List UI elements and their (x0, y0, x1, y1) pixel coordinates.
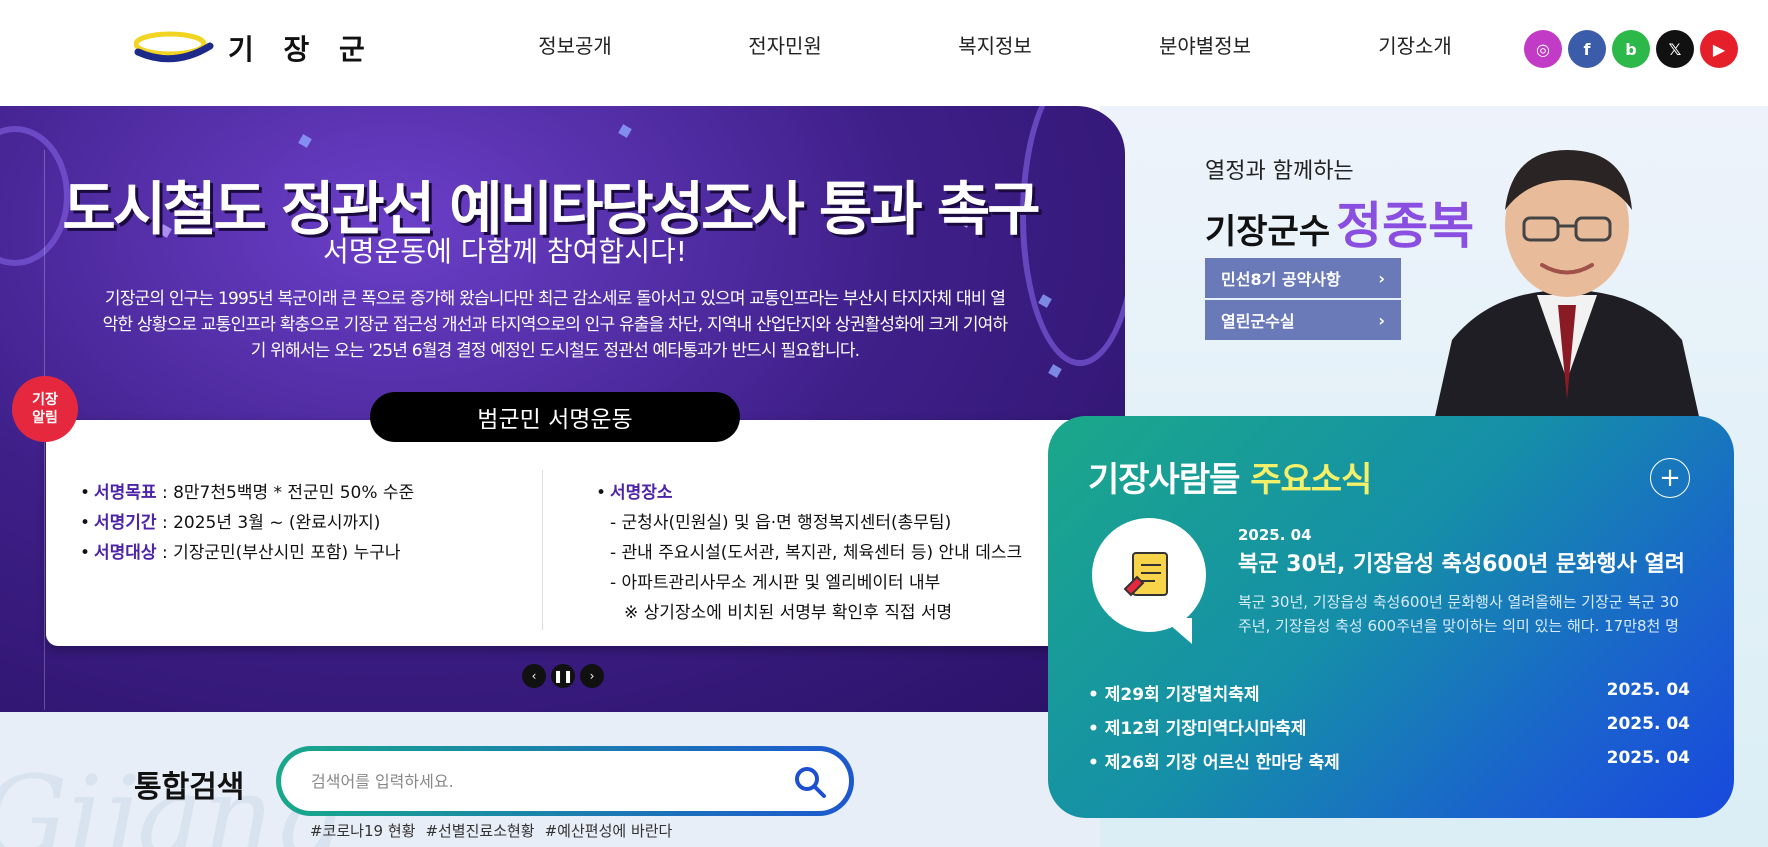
list-item: ※ 상기장소에 비치된 서명부 확인후 직접 서명 (624, 603, 953, 623)
main-nav: 정보공개 전자민원 복지정보 분야별정보 기장소개 (470, 30, 1520, 59)
nav-item-fields[interactable]: 분야별정보 (1100, 30, 1310, 59)
list-item: • 서명장소 (596, 483, 673, 503)
search-tags: #코로나19 현황 #선별진료소현황 #예산편성에 바란다 (310, 820, 672, 841)
document-icon (1123, 552, 1168, 597)
next-slide-button[interactable]: › (580, 664, 604, 688)
card-divider (542, 470, 543, 630)
site-logo[interactable]: 기 장 군 (134, 28, 375, 68)
social-links: ◎ f b 𝕏 ▶ (1524, 30, 1738, 68)
card-left-list: • 서명목표 : 8만7천5백명 * 전군민 50% 수준 • 서명기간 : 202… (80, 478, 414, 568)
banner-body-text: 기장군의 인구는 1995년 복군이래 큰 폭으로 증가해 왔습니다만 최근 감… (102, 289, 1009, 361)
banner-pill-label: 범군민 서명운동 (370, 392, 740, 442)
pause-button[interactable]: ❚❚ (551, 664, 575, 688)
search-icon[interactable] (793, 765, 827, 799)
search-tag[interactable]: #코로나19 현황 (310, 820, 415, 841)
news-title: 기장사람들 주요소식 (1088, 460, 1372, 500)
nav-item-welfare[interactable]: 복지정보 (890, 30, 1100, 59)
list-item: - 군청사(민원실) 및 읍·면 행정복지센터(총무팀) (610, 513, 952, 533)
instagram-icon[interactable]: ◎ (1524, 30, 1562, 68)
chevron-right-icon: › (1378, 310, 1385, 330)
chevron-right-icon: › (1378, 268, 1385, 288)
slider-controls: ‹ ❚❚ › (522, 664, 604, 688)
featured-news-date: 2025. 04 (1238, 526, 1312, 544)
confetti (618, 124, 632, 138)
news-list-item[interactable]: • 제29회 기장멸치축제 2025. 04 (1088, 680, 1690, 714)
news-list: • 제29회 기장멸치축제 2025. 04 • 제12회 기장미역다시마축제 20… (1088, 680, 1690, 782)
list-item: - 관내 주요시설(도서관, 복지관, 체육센터 등) 안내 데스크 (610, 543, 1023, 563)
logo-text: 기 장 군 (228, 33, 375, 66)
governor-portrait (1432, 150, 1702, 430)
news-list-item[interactable]: • 제12회 기장미역다시마축제 2025. 04 (1088, 714, 1690, 748)
youtube-icon[interactable]: ▶ (1700, 30, 1738, 68)
search-input[interactable] (311, 765, 751, 797)
logo-swoosh-icon (134, 31, 214, 63)
list-item: - 아파트관리사무소 게시판 및 엘리베이터 내부 (610, 573, 941, 593)
nav-item-about[interactable]: 기장소개 (1310, 30, 1520, 59)
banner-subheadline: 서명운동에 다함께 참여합시다! (323, 235, 687, 268)
blog-icon[interactable]: b (1612, 30, 1650, 68)
list-item: • 서명목표 : 8만7천5백명 * 전군민 50% 수준 (80, 483, 415, 503)
gijang-alarm-button[interactable]: 기장 알림 (12, 376, 78, 442)
search-box (276, 746, 854, 816)
open-office-button[interactable]: 열린군수실 › (1205, 300, 1401, 340)
facebook-icon[interactable]: f (1568, 30, 1606, 68)
confetti (298, 134, 312, 148)
main-banner[interactable]: 도시철도 정관선 예비타당성조사 통과 촉구 서명운동에 다함께 참여합시다! … (0, 106, 1125, 712)
confetti (1048, 364, 1062, 378)
news-bubble (1092, 518, 1206, 644)
more-news-button[interactable]: + (1650, 458, 1690, 498)
prev-slide-button[interactable]: ‹ (522, 664, 546, 688)
search-inner (281, 751, 849, 811)
pledges-button[interactable]: 민선8기 공약사항 › (1205, 258, 1401, 298)
card-right-list: • 서명장소 - 군청사(민원실) 및 읍·면 행정복지센터(총무팀) - 관내 … (596, 478, 1022, 628)
search-tag[interactable]: #선별진료소현황 (425, 820, 534, 841)
news-panel: 기장사람들 주요소식 + 2025. 04 복군 30년, 기장읍성 축성600… (1048, 416, 1734, 818)
news-list-item[interactable]: • 제26회 기장 어르신 한마당 축제 2025. 04 (1088, 748, 1690, 782)
search-label: 통합검색 (134, 770, 245, 805)
nav-item-info-disclosure[interactable]: 정보공개 (470, 30, 680, 59)
featured-news-description: 복군 30년, 기장읍성 축성600년 문화행사 열려올해는 기장군 복군 30… (1238, 593, 1679, 635)
list-item: • 서명대상 : 기장군민(부산시민 포함) 누구나 (80, 543, 401, 563)
featured-news-title[interactable]: 복군 30년, 기장읍성 축성600년 문화행사 열려 (1238, 546, 1690, 578)
nav-item-e-civil[interactable]: 전자민원 (680, 30, 890, 59)
site-header: 기 장 군 정보공개 전자민원 복지정보 분야별정보 기장소개 ◎ f b 𝕏 … (0, 0, 1768, 106)
list-item: • 서명기간 : 2025년 3월 ~ (완료시까지) (80, 513, 381, 533)
search-tag[interactable]: #예산편성에 바란다 (545, 820, 673, 841)
governor-tagline: 열정과 함께하는 (1205, 159, 1354, 184)
x-icon[interactable]: 𝕏 (1656, 30, 1694, 68)
banner-info-card: • 서명목표 : 8만7천5백명 * 전군민 50% 수준 • 서명기간 : 202… (46, 420, 1106, 646)
